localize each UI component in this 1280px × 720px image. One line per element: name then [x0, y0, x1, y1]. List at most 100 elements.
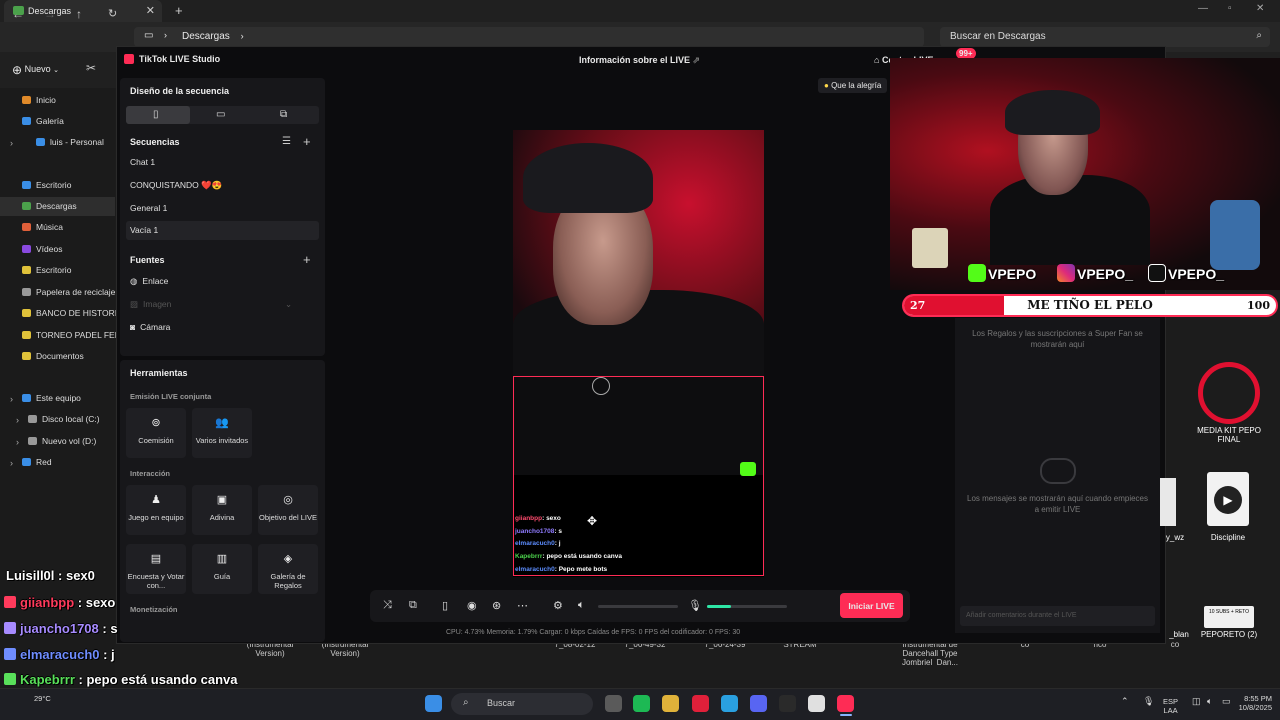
sidebar-item[interactable]: Música — [22, 222, 63, 232]
sidebar-item[interactable]: Descargas — [22, 201, 77, 211]
tool-button[interactable]: ♟ Juego en equipo — [126, 485, 186, 535]
minimize-icon[interactable]: — — [1198, 3, 1208, 14]
up-arrow-icon[interactable]: ↑ — [76, 7, 82, 21]
sidebar-item[interactable]: TORNEO PADEL FEME — [22, 330, 127, 340]
close-window-icon[interactable]: ✕ — [1256, 3, 1264, 14]
tool-button[interactable]: ▣ Adivina — [192, 485, 252, 535]
opera-icon[interactable] — [692, 695, 709, 712]
task-view-icon[interactable] — [605, 695, 622, 712]
forward-arrow-icon[interactable]: → — [44, 7, 56, 21]
partial-file-icon[interactable] — [1160, 478, 1176, 526]
sidebar-item[interactable]: Vídeos — [22, 244, 62, 254]
comment-input[interactable]: Añadir comentarios durante el LIVE — [960, 606, 1155, 626]
sidebar-item[interactable]: Nuevo vol (D:) — [28, 436, 96, 446]
tiktok-icon[interactable] — [837, 695, 854, 712]
tray-chevron-icon[interactable]: ⌃ — [1121, 697, 1129, 706]
chevron-right-icon[interactable]: › — [10, 138, 13, 148]
close-tab-icon[interactable]: ✕ — [146, 4, 155, 17]
sequence-item[interactable]: CONQUISTANDO ❤️😍 — [130, 180, 222, 191]
screenshot-icon[interactable]: ⊛ — [492, 599, 501, 612]
refresh-icon[interactable]: ↻ — [108, 7, 117, 20]
chrome-icon[interactable] — [808, 695, 825, 712]
sidebar-item[interactable]: Red — [22, 457, 52, 467]
tool-button[interactable]: ⊚ Coemisión — [126, 408, 186, 458]
tool-button[interactable]: ▤ Encuesta y Votar con... — [126, 544, 186, 594]
source-link[interactable]: ◍ Enlace — [130, 276, 168, 287]
tool-button[interactable]: 👥 Varios invitados — [192, 408, 252, 458]
sidebar-item[interactable]: Disco local (C:) — [28, 414, 100, 424]
list-icon[interactable]: ☰ — [282, 136, 291, 147]
phone-icon[interactable]: ▯ — [442, 599, 448, 612]
sequence-item[interactable]: Chat 1 — [130, 157, 155, 167]
breadcrumb[interactable]: Descargas — [182, 31, 230, 42]
spotify-icon[interactable] — [633, 695, 650, 712]
sidebar-item[interactable]: Escritorio — [22, 180, 71, 190]
sidebar-item[interactable]: luis - Personal — [36, 137, 104, 147]
live-info-title[interactable]: Información sobre el LIVE ⇗ — [579, 55, 700, 66]
image-icon: ▨ — [130, 299, 139, 309]
sidebar-item[interactable]: Papelera de reciclaje — [22, 287, 115, 297]
chevron-right-icon[interactable]: › — [16, 437, 19, 447]
battery-icon[interactable]: ▭ — [1222, 697, 1231, 706]
add-sequence-icon[interactable]: + — [303, 134, 311, 149]
search-input[interactable]: Buscar en Descargas ⌕ — [940, 27, 1270, 47]
preview-chat-line: giianbpp: sexo — [515, 515, 561, 522]
language-indicator[interactable]: ESP LAA — [1163, 697, 1178, 715]
magic-wand-icon[interactable]: ⤨ — [383, 599, 392, 612]
tool-button[interactable]: ◈ Galería de Regalos — [258, 544, 318, 594]
source-image[interactable]: ▨ Imagen ⌄ — [130, 299, 292, 310]
new-tab-button[interactable]: + — [175, 3, 183, 18]
peporeto-thumbnail-icon[interactable]: 10 SUBS + RETO — [1204, 606, 1254, 628]
sequence-item[interactable]: General 1 — [130, 203, 167, 213]
tool-button[interactable]: ▥ Guía — [192, 544, 252, 594]
portrait-icon[interactable]: ▯ — [153, 109, 159, 120]
file-name-label[interactable]: Instrumental de Dancehall Type Jombriel … — [895, 640, 965, 667]
telegram-icon[interactable] — [721, 695, 738, 712]
chevron-right-icon[interactable]: › — [10, 394, 13, 404]
sidebar-item[interactable]: Inicio — [22, 95, 56, 105]
settings-sliders-icon[interactable]: ⚙ — [553, 599, 563, 612]
tray-mic-icon[interactable]: 🎙︎ — [1143, 697, 1154, 706]
taskbar-search[interactable]: ⌕ Buscar — [451, 693, 593, 715]
clock[interactable]: 8:55 PM 10/8/2025 — [1232, 694, 1272, 712]
discord-icon[interactable] — [750, 695, 767, 712]
file-explorer-icon[interactable] — [662, 695, 679, 712]
tool-button[interactable]: ◎ Objetivo del LIVE — [258, 485, 318, 535]
microphone-icon[interactable]: 🎙︎ — [688, 599, 702, 612]
sequence-item[interactable]: Vacía 1 — [130, 225, 158, 235]
capcut-icon[interactable] — [779, 695, 796, 712]
maximize-icon[interactable]: ▫ — [1228, 3, 1232, 14]
start-icon[interactable] — [425, 695, 442, 712]
dual-layout-icon[interactable]: ⧉ — [280, 109, 287, 120]
chevron-right-icon[interactable]: › — [16, 415, 19, 425]
sidebar-item[interactable]: Galería — [22, 116, 64, 126]
speaker-volume-slider[interactable] — [598, 605, 678, 608]
go-live-button[interactable]: Iniciar LIVE — [840, 593, 903, 618]
cut-icon[interactable]: ✂ — [86, 61, 96, 75]
chevron-right-icon[interactable]: › — [10, 458, 13, 468]
folder-icon — [22, 202, 31, 210]
tiktok-icon — [1148, 264, 1166, 282]
landscape-icon[interactable]: ▭ — [216, 109, 225, 120]
source-camera[interactable]: ◙ Cámara — [130, 322, 170, 332]
more-icon[interactable]: ⋯ — [517, 599, 528, 612]
chevron-down-icon: ⌄ — [285, 299, 293, 309]
new-button[interactable]: ⊕ Nuevo ⌄ — [12, 63, 59, 77]
wifi-icon[interactable]: ◫ — [1192, 697, 1201, 706]
sidebar-item[interactable]: BANCO DE HISTORIAS — [22, 308, 128, 318]
address-bar[interactable]: ▭ › Descargas › — [134, 27, 924, 47]
speaker-icon[interactable]: 🔈︎ — [578, 599, 585, 612]
record-icon[interactable]: ◉ — [467, 599, 477, 612]
folder-icon — [22, 117, 31, 125]
sidebar-item[interactable]: Este equipo — [22, 393, 81, 403]
sidebar-item[interactable]: Escritorio — [22, 265, 71, 275]
folder-icon — [28, 415, 37, 423]
add-source-icon[interactable]: + — [303, 252, 311, 267]
weather-widget[interactable]: 29°C — [34, 694, 51, 703]
effects-icon[interactable]: ⧉ — [409, 599, 417, 612]
tab-descargas[interactable]: Descargas ✕ — [4, 0, 162, 22]
sidebar-item[interactable]: Documentos — [22, 351, 84, 361]
back-arrow-icon[interactable]: ← — [12, 7, 24, 21]
opera-media-kit-icon[interactable] — [1198, 362, 1260, 424]
volume-icon[interactable]: 🔈︎ — [1207, 697, 1212, 706]
